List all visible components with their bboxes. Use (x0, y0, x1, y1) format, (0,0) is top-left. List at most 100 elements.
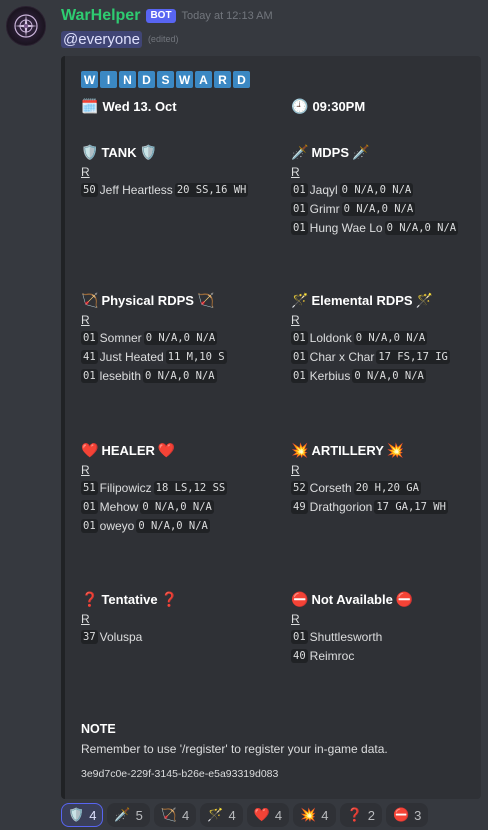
member-number: 01 (291, 368, 308, 383)
member-name: Voluspa (99, 629, 143, 644)
heart-icon: ❤️ (157, 442, 176, 458)
title-letter-tile: S (157, 71, 174, 88)
member-name: Jaqyl (309, 182, 338, 197)
role-elemental-rdps: 🪄 Elemental RDPS 🪄 R 01 Loldonk 0 N/A,0 … (291, 291, 488, 385)
reaction-elemental-rdps[interactable]: 🪄 4 (200, 803, 243, 827)
bow-and-arrow-icon: 🏹 (160, 807, 178, 822)
member-row: 01 Grimr 0 N/A,0 N/A (291, 199, 488, 218)
member-number: 01 (291, 629, 308, 644)
member-number: 01 (81, 330, 98, 345)
message-timestamp[interactable]: Today at 12:13 AM (182, 10, 273, 22)
reaction-tentative[interactable]: ❓ 2 (339, 803, 382, 827)
role-r-link[interactable]: R (291, 463, 488, 478)
member-name: Drathgorion (309, 499, 373, 514)
member-name: Shuttlesworth (309, 629, 383, 644)
magic-wand-icon: 🪄 (291, 292, 309, 308)
member-name: Loldonk (309, 330, 352, 345)
member-row: 01 Kerbius 0 N/A,0 N/A (291, 366, 488, 385)
reaction-healer[interactable]: ❤️ 4 (246, 803, 290, 827)
role-title: ❓ Tentative ❓ (81, 590, 281, 608)
bow-and-arrow-icon: 🏹 (196, 292, 215, 308)
reaction-mdps[interactable]: 🗡️ 5 (107, 803, 150, 827)
event-embed: W I N D S W A R D 🗓️ Wed 13. Oct 🕘 09:30… (61, 56, 481, 799)
role-r-link[interactable]: R (291, 313, 488, 328)
event-time: 🕘 09:30PM (291, 98, 365, 114)
member-name: Corseth (309, 480, 352, 495)
role-r-link[interactable]: R (81, 463, 281, 478)
member-name: Jeff Heartless (99, 182, 173, 197)
member-name: Mehow (99, 499, 139, 514)
explosion-icon: 💥 (291, 442, 309, 458)
member-number: 01 (291, 349, 308, 364)
event-time-text: 09:30PM (312, 98, 366, 114)
compass-logo-icon (14, 14, 38, 38)
role-title: 🛡️ TANK 🛡️ (81, 143, 281, 161)
role-healer: ❤️ HEALER ❤️ R 51 Filipowicz 18 LS,12 SS… (81, 441, 281, 535)
heart-icon: ❤️ (81, 442, 99, 458)
title-letter-tile: D (138, 71, 155, 88)
role-name: Not Available (311, 591, 393, 607)
note-text: Remember to use '/register' to register … (81, 742, 388, 756)
title-letter-tile: R (214, 71, 231, 88)
member-number: 37 (81, 629, 98, 644)
title-letter-tile: A (195, 71, 212, 88)
member-number: 01 (291, 330, 308, 345)
member-row: 01 lesebith 0 N/A,0 N/A (81, 366, 281, 385)
member-row: 01 Hung Wae Lo 0 N/A,0 N/A (291, 218, 488, 237)
magic-wand-icon: 🪄 (207, 807, 224, 822)
shield-icon: 🛡️ (139, 144, 158, 160)
role-r-link[interactable]: R (81, 165, 281, 180)
member-number: 01 (291, 220, 308, 235)
member-name: Hung Wae Lo (309, 220, 383, 235)
reaction-count: 4 (182, 807, 190, 823)
shield-icon: 🛡️ (68, 807, 85, 822)
event-date-text: Wed 13. Oct (102, 98, 177, 114)
no-entry-icon: ⛔ (395, 591, 414, 607)
everyone-mention[interactable]: @everyone (61, 30, 142, 48)
calendar-icon: 🗓️ (81, 98, 99, 114)
member-stats: 0 N/A,0 N/A (136, 518, 210, 533)
member-stats: 0 N/A,0 N/A (353, 330, 428, 345)
member-stats: 0 N/A,0 N/A (341, 201, 416, 216)
role-physical-rdps: 🏹 Physical RDPS 🏹 R 01 Somner 0 N/A,0 N/… (81, 291, 281, 385)
reaction-tank[interactable]: 🛡️ 4 (61, 803, 104, 827)
reaction-count: 4 (274, 807, 283, 823)
member-stats: 0 N/A,0 N/A (352, 368, 426, 383)
message-content: @everyone (edited) (61, 29, 178, 49)
member-stats: 0 N/A,0 N/A (143, 330, 218, 345)
no-entry-icon: ⛔ (291, 591, 309, 607)
bot-avatar[interactable] (6, 6, 46, 46)
question-mark-icon: ❓ (346, 807, 363, 822)
reaction-artillery[interactable]: 💥 4 (293, 803, 336, 827)
member-number: 50 (81, 182, 98, 197)
role-r-link[interactable]: R (81, 612, 281, 627)
member-stats: 0 N/A,0 N/A (384, 220, 459, 235)
member-name: Kerbius (309, 368, 351, 383)
reaction-count: 5 (135, 807, 143, 823)
role-r-link[interactable]: R (81, 313, 281, 328)
role-mdps: 🗡️ MDPS 🗡️ R 01 Jaqyl 0 N/A,0 N/A 01 Gri… (291, 143, 488, 237)
reaction-count: 4 (321, 807, 329, 823)
member-stats: 0 N/A,0 N/A (339, 182, 414, 197)
member-number: 01 (291, 182, 308, 197)
member-row: 01 Jaqyl 0 N/A,0 N/A (291, 180, 488, 199)
member-stats: 17 FS,17 IG (376, 349, 450, 364)
member-number: 01 (81, 368, 98, 383)
role-r-link[interactable]: R (291, 612, 488, 627)
member-number: 41 (81, 349, 98, 364)
author-username[interactable]: WarHelper (61, 7, 140, 25)
role-r-link[interactable]: R (291, 165, 488, 180)
role-name: Physical RDPS (101, 292, 194, 308)
role-artillery: 💥 ARTILLERY 💥 R 52 Corseth 20 H,20 GA 49… (291, 441, 488, 516)
member-name: lesebith (99, 368, 142, 383)
role-not-available: ⛔ Not Available ⛔ R 01 Shuttlesworth 40 … (291, 590, 488, 665)
member-name: Grimr (309, 201, 340, 216)
reaction-not-available[interactable]: ⛔ 3 (385, 803, 429, 827)
edited-label: (edited) (147, 34, 179, 44)
role-name: MDPS (311, 144, 349, 160)
member-row: 01 Somner 0 N/A,0 N/A (81, 328, 281, 347)
reaction-physical-rdps[interactable]: 🏹 4 (153, 803, 197, 827)
member-name: Somner (99, 330, 142, 345)
member-stats: 17 GA,17 WH (374, 499, 448, 514)
explosion-icon: 💥 (386, 442, 405, 458)
